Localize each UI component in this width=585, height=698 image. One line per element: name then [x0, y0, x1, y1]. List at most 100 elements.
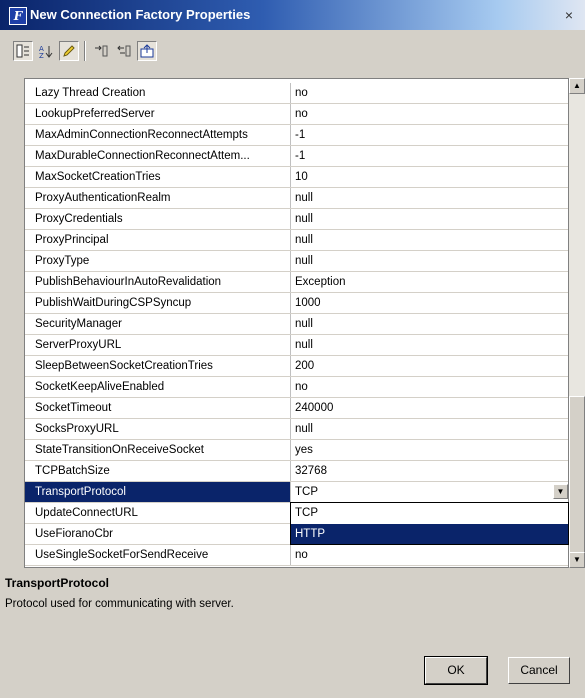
- property-name: MaxSocketCreationTries: [35, 171, 161, 183]
- property-row[interactable]: UseSingleSocketForSendReceive no: [25, 545, 568, 566]
- property-row[interactable]: ProxyAuthenticationRealm null: [25, 188, 568, 209]
- alphabetical-sort-icon[interactable]: AZ: [36, 41, 56, 61]
- column-divider: [290, 251, 291, 271]
- column-divider: [290, 356, 291, 376]
- property-name: SocketKeepAliveEnabled: [35, 381, 165, 393]
- property-name: SecurityManager: [35, 318, 122, 330]
- property-row[interactable]: SocketKeepAliveEnabled no: [25, 377, 568, 398]
- title-bar[interactable]: F New Connection Factory Properties ×: [0, 0, 585, 30]
- column-divider: [290, 419, 291, 439]
- property-row[interactable]: MaxDurableConnectionReconnectAttem... -1: [25, 146, 568, 167]
- property-row[interactable]: ProxyType null: [25, 251, 568, 272]
- toolbar: AZ: [0, 30, 585, 72]
- property-name: StateTransitionOnReceiveSocket: [35, 444, 204, 456]
- column-divider: [290, 335, 291, 355]
- property-value[interactable]: no: [295, 545, 565, 565]
- property-value[interactable]: 240000: [295, 398, 565, 418]
- property-value[interactable]: no: [295, 377, 565, 397]
- property-value[interactable]: TCP: [295, 482, 565, 502]
- ok-button[interactable]: OK: [424, 656, 488, 685]
- property-row[interactable]: StateTransitionOnReceiveSocket yes: [25, 440, 568, 461]
- property-name: PublishWaitDuringCSPSyncup: [35, 297, 192, 309]
- dropdown-option-http[interactable]: HTTP: [291, 524, 568, 544]
- expand-all-icon[interactable]: [91, 41, 111, 61]
- edit-pencil-icon[interactable]: [59, 41, 79, 61]
- collapse-all-icon[interactable]: [114, 41, 134, 61]
- column-divider: [290, 398, 291, 418]
- property-value[interactable]: null: [295, 209, 565, 229]
- property-value[interactable]: -1: [295, 125, 565, 145]
- property-row[interactable]: ProxyPrincipal null: [25, 230, 568, 251]
- property-value[interactable]: null: [295, 188, 565, 208]
- property-grid[interactable]: Lazy Thread Creation no LookupPreferredSer…: [24, 78, 569, 568]
- property-name: SocksProxyURL: [35, 423, 119, 435]
- property-value[interactable]: no: [295, 83, 565, 103]
- property-row[interactable]: Lazy Thread Creation no: [25, 83, 568, 104]
- close-button[interactable]: ×: [561, 7, 577, 23]
- column-divider: [290, 293, 291, 313]
- property-row[interactable]: SleepBetweenSocketCreationTries 200: [25, 356, 568, 377]
- dropdown-option-tcp[interactable]: TCP: [291, 503, 568, 523]
- property-value[interactable]: null: [295, 251, 565, 271]
- property-name: TCPBatchSize: [35, 465, 110, 477]
- property-name: SleepBetweenSocketCreationTries: [35, 360, 213, 372]
- property-row[interactable]: TCPBatchSize 32768: [25, 461, 568, 482]
- property-name: ProxyPrincipal: [35, 234, 109, 246]
- property-name: MaxDurableConnectionReconnectAttem...: [35, 150, 250, 162]
- property-name: ProxyAuthenticationRealm: [35, 192, 171, 204]
- property-name: SocketTimeout: [35, 402, 112, 414]
- property-value[interactable]: null: [295, 230, 565, 250]
- column-divider: [290, 230, 291, 250]
- property-row[interactable]: PublishBehaviourInAutoRevalidation Except…: [25, 272, 568, 293]
- property-name: ProxyType: [35, 255, 90, 267]
- property-name: Lazy Thread Creation: [35, 87, 146, 99]
- property-row[interactable]: SecurityManager null: [25, 314, 568, 335]
- description-title: TransportProtocol: [5, 576, 110, 590]
- column-divider: [290, 440, 291, 460]
- property-value[interactable]: 32768: [295, 461, 565, 481]
- property-row[interactable]: ProxyCredentials null: [25, 209, 568, 230]
- window-title: New Connection Factory Properties: [30, 7, 251, 22]
- scroll-up-arrow-icon[interactable]: ▲: [569, 78, 585, 94]
- app-icon: F: [9, 7, 27, 25]
- property-name: ServerProxyURL: [35, 339, 122, 351]
- property-value[interactable]: Exception: [295, 272, 565, 292]
- column-divider: [290, 272, 291, 292]
- column-divider: [290, 545, 291, 565]
- property-name: UseSingleSocketForSendReceive: [35, 549, 209, 561]
- cancel-button[interactable]: Cancel: [508, 657, 570, 684]
- property-value[interactable]: 200: [295, 356, 565, 376]
- property-value[interactable]: null: [295, 314, 565, 334]
- property-row[interactable]: TransportProtocol TCP ▼: [25, 482, 568, 503]
- property-row[interactable]: LookupPreferredServer no: [25, 104, 568, 125]
- scrollbar-thumb[interactable]: [569, 396, 585, 554]
- dialog-window: F New Connection Factory Properties × AZ…: [0, 0, 585, 698]
- property-value[interactable]: null: [295, 335, 565, 355]
- property-row[interactable]: SocketTimeout 240000: [25, 398, 568, 419]
- property-row[interactable]: MaxAdminConnectionReconnectAttempts -1: [25, 125, 568, 146]
- scroll-down-arrow-icon[interactable]: ▼: [569, 552, 585, 568]
- column-divider: [290, 104, 291, 124]
- property-name: ProxyCredentials: [35, 213, 123, 225]
- column-divider: [290, 83, 291, 103]
- property-row[interactable]: PublishWaitDuringCSPSyncup 1000: [25, 293, 568, 314]
- property-name: MaxAdminConnectionReconnectAttempts: [35, 129, 248, 141]
- property-row[interactable]: SocksProxyURL null: [25, 419, 568, 440]
- property-value[interactable]: 1000: [295, 293, 565, 313]
- property-value[interactable]: null: [295, 419, 565, 439]
- property-value[interactable]: no: [295, 104, 565, 124]
- transport-protocol-dropdown-list[interactable]: TCP HTTP: [290, 502, 569, 545]
- property-value[interactable]: 10: [295, 167, 565, 187]
- property-row[interactable]: ServerProxyURL null: [25, 335, 568, 356]
- column-divider: [290, 146, 291, 166]
- property-value[interactable]: yes: [295, 440, 565, 460]
- column-divider: [290, 125, 291, 145]
- dropdown-arrow-icon[interactable]: ▼: [553, 484, 568, 499]
- property-name: LookupPreferredServer: [35, 108, 155, 120]
- property-name: UseFioranoCbr: [35, 528, 113, 540]
- export-icon[interactable]: [137, 41, 157, 61]
- property-value[interactable]: -1: [295, 146, 565, 166]
- categorized-view-icon[interactable]: [13, 41, 33, 61]
- property-row[interactable]: MaxSocketCreationTries 10: [25, 167, 568, 188]
- vertical-scrollbar[interactable]: ▲ ▼: [569, 78, 585, 568]
